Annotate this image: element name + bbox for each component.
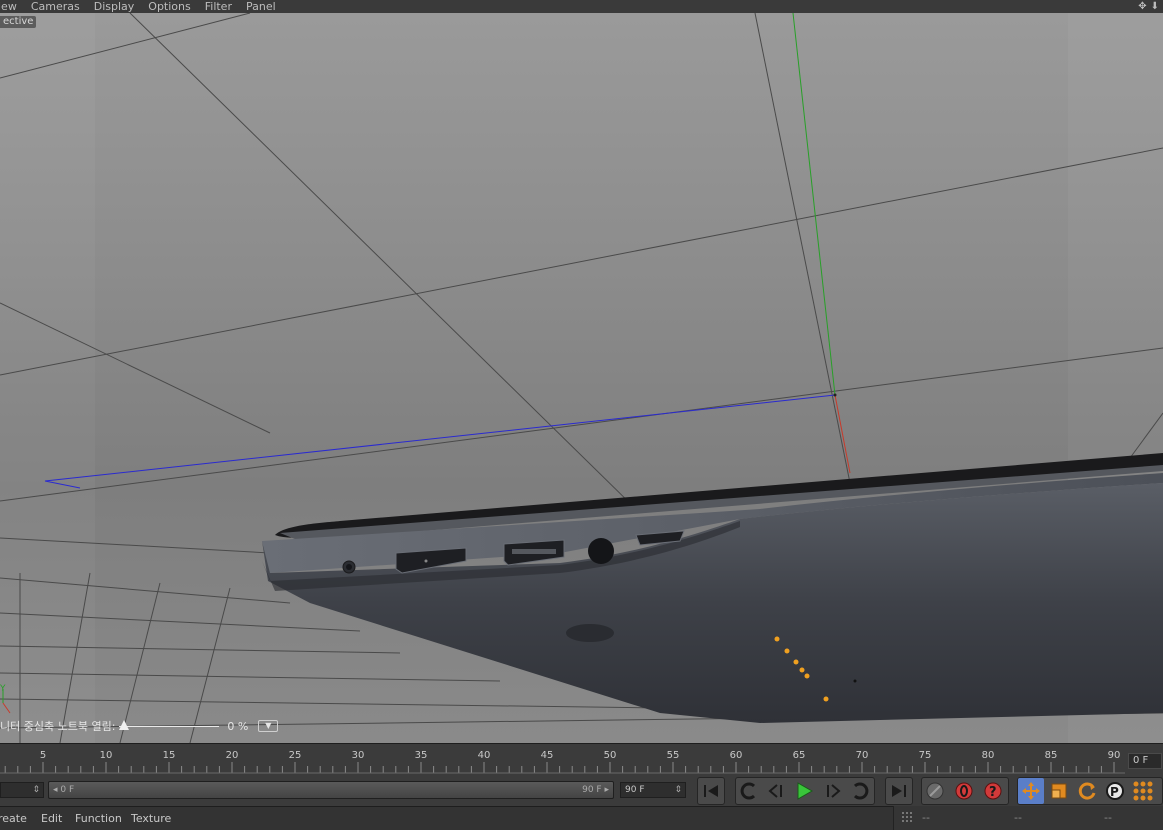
point-level-button[interactable] [1130,778,1156,804]
end-frame-value: 90 F [625,785,645,795]
key-disabled-icon [926,782,944,800]
timeline-tick-label: 75 [919,750,932,761]
goto-end-icon [892,785,906,797]
timeline-tick-label: 5 [40,750,46,761]
prev-frame-button[interactable] [764,778,790,804]
menu-texture[interactable]: Texture [131,812,171,825]
goto-end-button[interactable] [886,778,912,804]
svg-text:?: ? [989,785,997,800]
menu-display[interactable]: Display [94,1,135,12]
coord-value-z: -- [1104,811,1112,824]
rotate-tool-button[interactable] [1074,778,1100,804]
timeline-tick-label: 60 [730,750,743,761]
menu-edit[interactable]: Edit [41,812,62,825]
goto-start-icon [704,785,718,797]
coordinate-panel: -- -- -- [893,806,1163,830]
menu-function[interactable]: Function [75,812,122,825]
parameter-icon: P [1106,782,1124,800]
prev-key-icon [740,782,756,800]
range-end: 90 F ▸ [582,785,609,795]
record-icon [955,782,973,800]
timeline-tick-label: 30 [352,750,365,761]
hud-value: 0 % [227,719,249,733]
range-slider[interactable]: ◂ 0 F 90 F ▸ [48,781,614,799]
end-stepper-icon[interactable]: ⇕ [674,783,682,797]
timeline-ruler: 5 10 15 20 25 30 35 40 45 50 55 60 65 70 75 80 85 90 [0,750,1125,774]
timeline-tick-label: 20 [226,750,239,761]
viewport-menubar: iew Cameras Display Options Filter Panel… [0,0,1163,13]
svg-text:Y: Y [0,684,6,694]
help-button[interactable]: ? [980,778,1006,804]
range-start: ◂ 0 F [53,785,75,795]
timeline-tick-label: 85 [1045,750,1058,761]
timeline-tick-label: 70 [856,750,869,761]
hud-dropdown-icon[interactable]: ▼ [258,720,279,732]
next-key-icon [853,782,869,800]
move-view-icon[interactable]: ✥ [1138,1,1146,12]
goto-start-button[interactable] [698,778,724,804]
move-tool-button[interactable] [1018,778,1044,804]
viewport-controls: ✥ ⬇ [1138,0,1159,13]
timeline-tick-label: 25 [289,750,302,761]
menu-create[interactable]: reate [0,812,27,825]
perspective-viewport[interactable]: Y ective 니터 중심축 노트북 열림: 0 % ▼ [0,13,1163,743]
autokey-button[interactable] [922,778,948,804]
current-frame-field[interactable]: 0 F [1128,753,1162,769]
timeline-tick-label: 90 [1108,750,1121,761]
axis-z-line [44,394,836,482]
menu-cameras[interactable]: Cameras [31,1,80,12]
play-button[interactable] [791,778,817,804]
hud-slider-thumb[interactable] [119,720,130,730]
hud-slider-track [119,726,220,727]
timeline-tick-label: 65 [793,750,806,761]
scale-tool-button[interactable] [1046,778,1072,804]
hud-control: 니터 중심축 노트북 열림: 0 % ▼ [0,718,279,734]
play-icon [797,782,814,800]
viewport-scene: Y [0,13,1163,743]
timeline-tick-label: 45 [541,750,554,761]
menu-filter[interactable]: Filter [205,1,232,12]
next-key-button[interactable] [847,778,873,804]
laptop-model [262,453,1163,723]
timeline[interactable]: 5 10 15 20 25 30 35 40 45 50 55 60 65 70 75 80 85 90 0 F [0,743,1163,775]
rotate-icon [1078,782,1096,800]
timeline-tick-label: 80 [982,750,995,761]
zoom-view-icon[interactable]: ⬇ [1151,1,1159,12]
menu-options[interactable]: Options [148,1,190,12]
record-button[interactable] [951,778,977,804]
grip-icon[interactable] [902,812,914,824]
grid-dots-icon [1133,781,1153,801]
stepper-icon[interactable]: ⇕ [32,783,40,797]
coord-value-x: -- [922,811,930,824]
transport-bar: ⇕ ◂ 0 F 90 F ▸ 90 F ⇕ ? P [0,775,1163,806]
prev-frame-icon [768,784,782,798]
help-icon: ? [984,782,1002,800]
svg-text:P: P [1110,785,1119,799]
hud-label: 니터 중심축 노트북 열림: [0,720,116,733]
start-frame-field[interactable]: ⇕ [0,782,44,798]
timeline-tick-label: 35 [415,750,428,761]
next-frame-icon [827,784,841,798]
scale-icon [1051,783,1067,799]
timeline-tick-label: 50 [604,750,617,761]
end-frame-field[interactable]: 90 F ⇕ [620,782,686,798]
coord-value-y: -- [1014,811,1022,824]
axis-y-line [792,13,836,396]
timeline-tick-label: 40 [478,750,491,761]
menu-view[interactable]: iew [0,1,17,12]
timeline-tick-label: 15 [163,750,176,761]
prev-key-button[interactable] [736,778,762,804]
parameter-button[interactable]: P [1102,778,1128,804]
timeline-tick-label: 55 [667,750,680,761]
vignette-left [0,13,95,743]
hud-slider[interactable] [119,720,220,732]
next-frame-button[interactable] [819,778,845,804]
axis-x-line [834,394,851,474]
menu-panel[interactable]: Panel [246,1,276,12]
camera-label[interactable]: ective [0,16,37,28]
origin-point [833,393,837,397]
move-icon [1022,782,1040,800]
timeline-tick-label: 10 [100,750,113,761]
